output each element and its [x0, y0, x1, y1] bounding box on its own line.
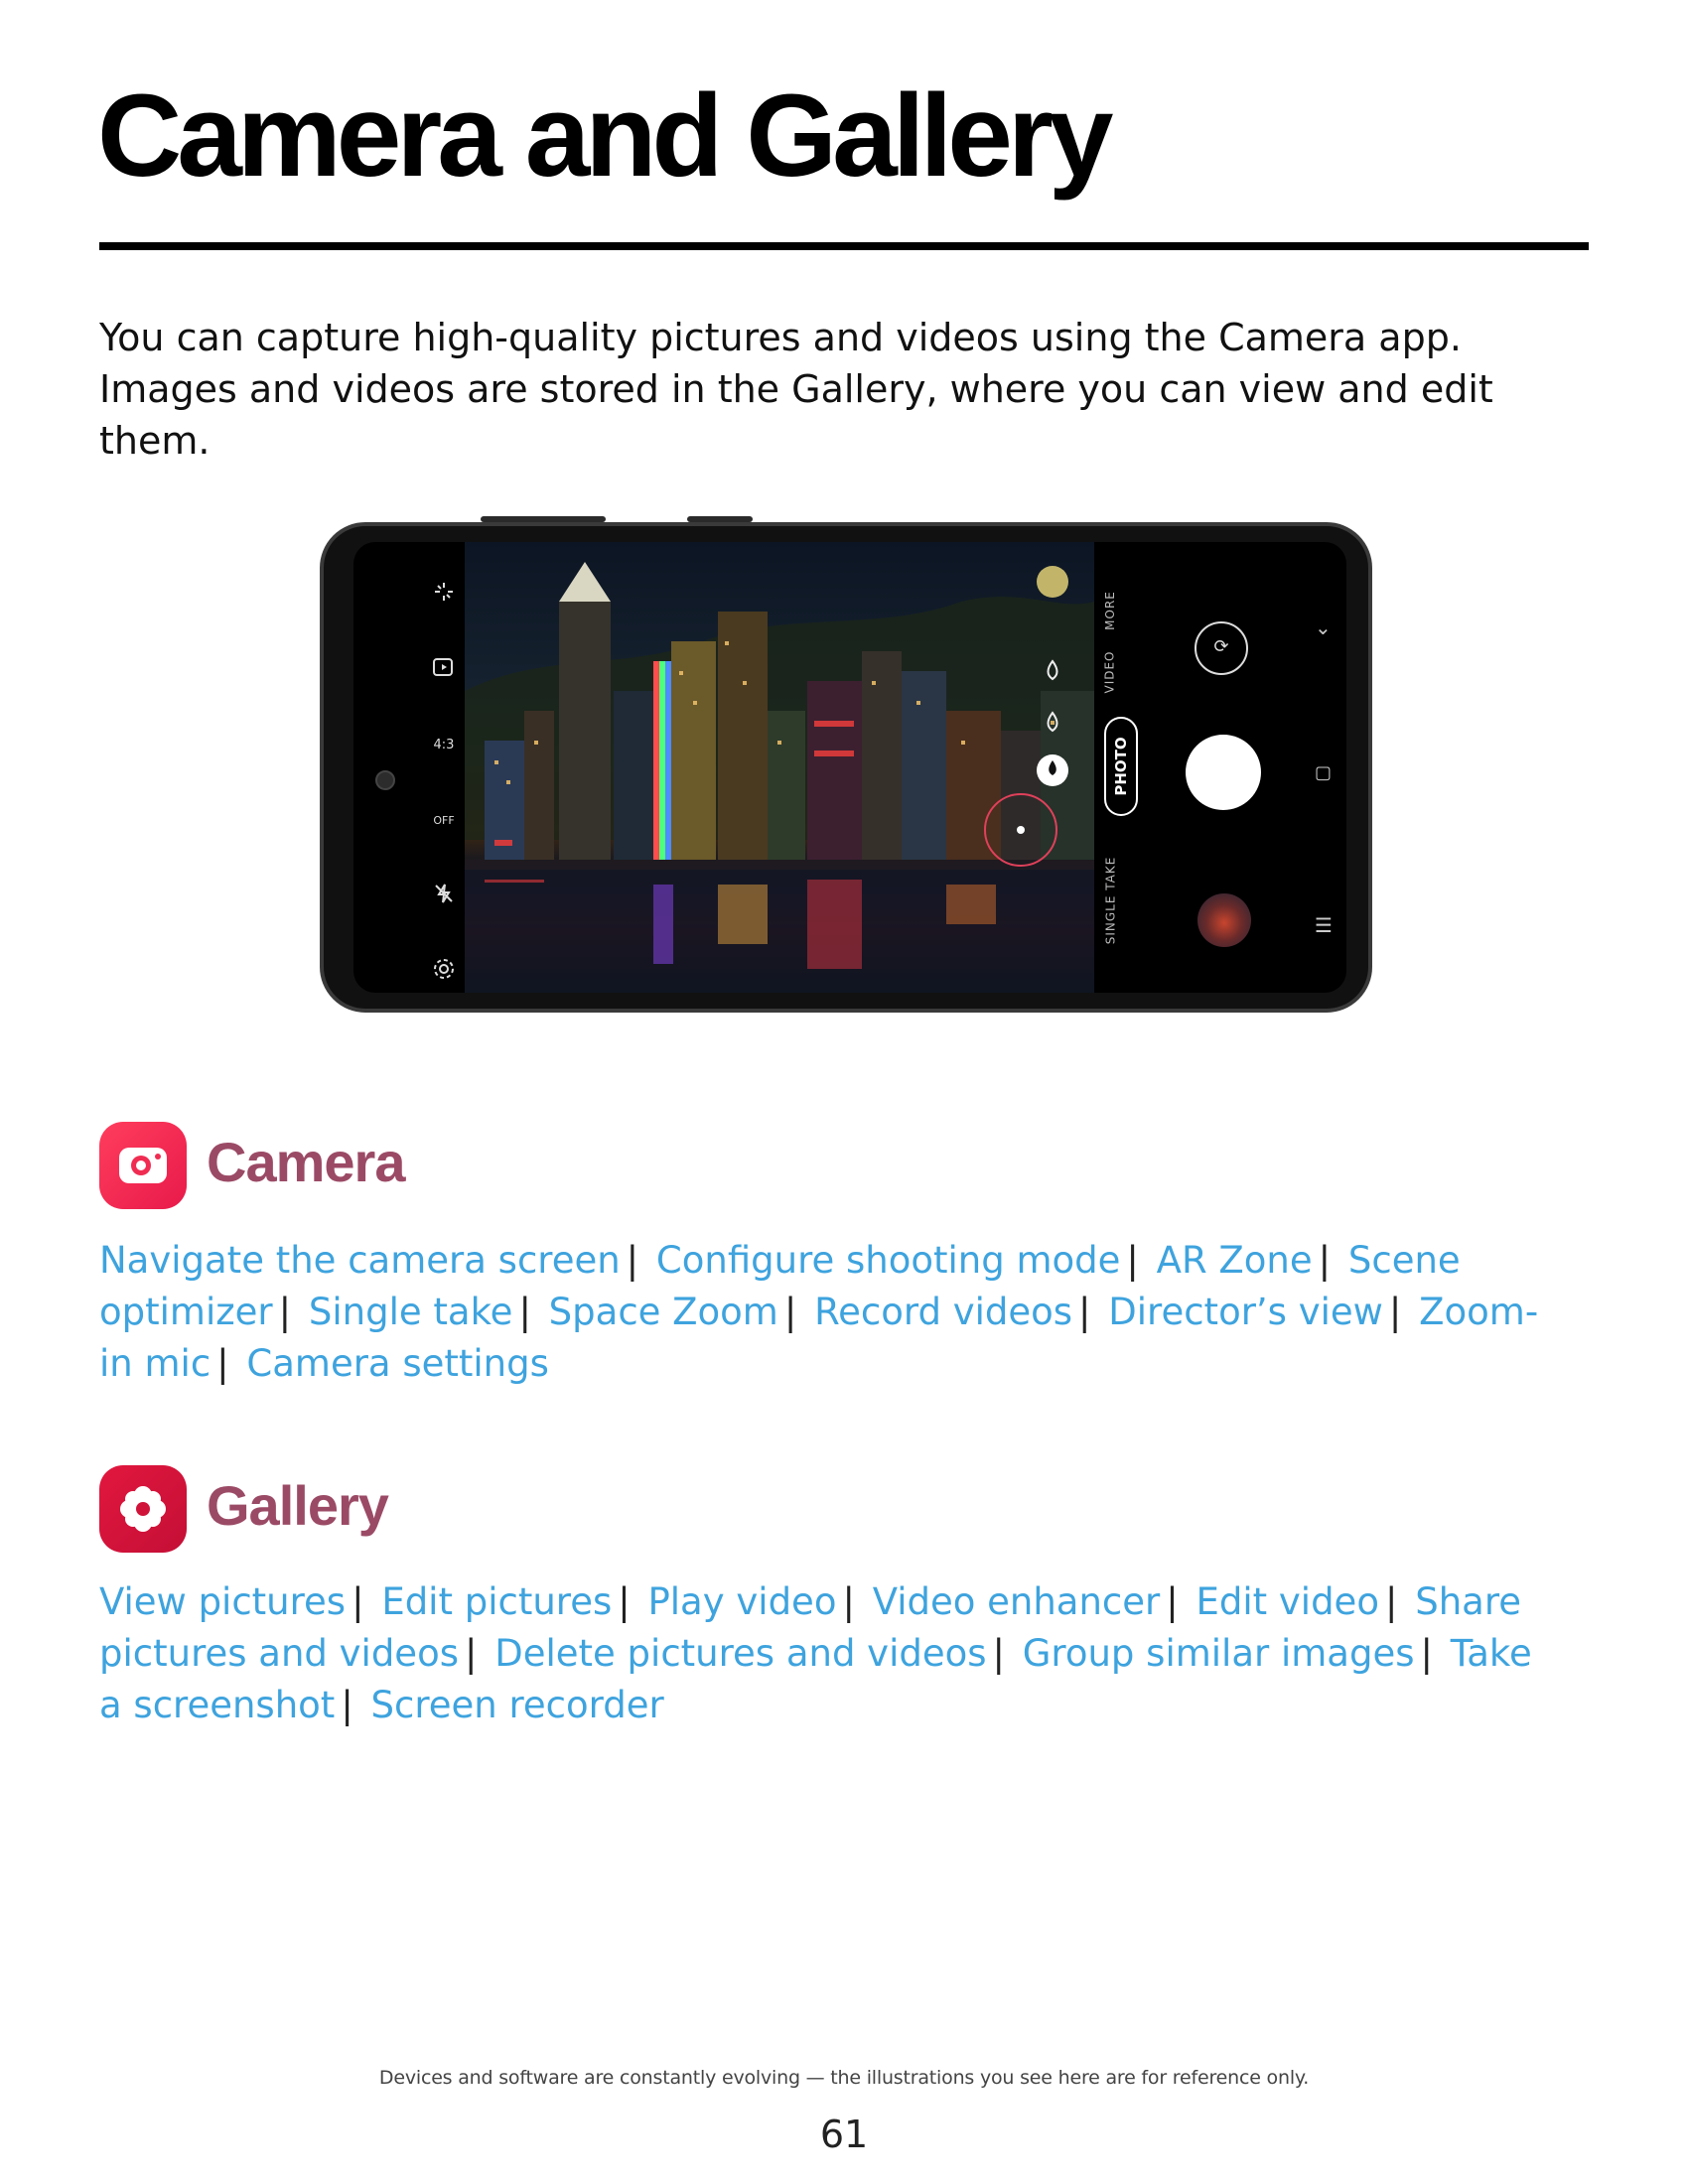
footer-disclaimer: Devices and software are constantly evol… — [378, 2067, 1310, 2089]
mode-more[interactable]: MORE — [1103, 591, 1117, 630]
aspect-ratio-icon[interactable]: 4:3 — [429, 731, 459, 760]
camera-viewfinder[interactable] — [465, 542, 1094, 993]
camera-app-icon — [99, 1122, 187, 1209]
chevron-down-icon[interactable]: ⌄ — [1315, 615, 1332, 639]
flash-off-icon[interactable] — [429, 882, 459, 911]
link-separator: | — [341, 1684, 353, 1726]
front-camera-hole — [375, 770, 395, 790]
link-separator: | — [1078, 1291, 1091, 1333]
mode-photo[interactable]: PHOTO — [1104, 717, 1138, 816]
page-title: Camera and Gallery — [97, 70, 1113, 202]
settings-icon[interactable] — [429, 957, 459, 987]
gallery-preview-thumbnail[interactable] — [1197, 893, 1251, 947]
topic-link[interactable]: Video enhancer — [873, 1580, 1161, 1623]
link-separator: | — [1420, 1632, 1433, 1675]
link-separator: | — [783, 1291, 797, 1333]
link-separator: | — [1318, 1239, 1332, 1282]
topic-link[interactable]: Screen recorder — [371, 1684, 664, 1726]
topic-link[interactable]: Space Zoom — [549, 1291, 778, 1333]
intro-paragraph: You can capture high-quality pictures an… — [99, 316, 1493, 463]
camera-links: Navigate the camera screen | Configure sh… — [99, 1235, 1549, 1390]
link-separator: | — [278, 1291, 292, 1333]
topic-link[interactable]: Edit pictures — [381, 1580, 612, 1623]
timer-off-icon[interactable]: OFF — [429, 806, 459, 836]
motion-photo-icon[interactable] — [429, 655, 459, 685]
page-number: 61 — [819, 2113, 869, 2156]
link-separator: | — [1126, 1239, 1139, 1282]
link-separator: | — [1388, 1291, 1402, 1333]
topic-link[interactable]: Configure shooting mode — [656, 1239, 1121, 1282]
link-separator: | — [518, 1291, 531, 1333]
camera-left-bar: 4:3 OFF — [353, 542, 465, 993]
link-separator: | — [1166, 1580, 1179, 1623]
gallery-heading: Gallery — [207, 1474, 389, 1537]
recent-apps-icon[interactable]: ☰ — [1315, 913, 1333, 937]
home-icon[interactable]: ▢ — [1315, 762, 1332, 783]
mode-photo-label: PHOTO — [1112, 737, 1130, 796]
title-divider — [99, 242, 1589, 250]
link-separator: | — [618, 1580, 631, 1623]
link-separator: | — [352, 1580, 364, 1623]
camera-right-bar: MORE VIDEO PHOTO SINGLE TAKE ⟳ ⌄ ▢ ☰ — [1094, 542, 1346, 993]
topic-link[interactable]: Camera settings — [246, 1342, 549, 1385]
mode-video[interactable]: VIDEO — [1103, 650, 1117, 693]
link-separator: | — [626, 1239, 639, 1282]
topic-link[interactable]: AR Zone — [1157, 1239, 1313, 1282]
link-separator: | — [1384, 1580, 1398, 1623]
topic-link[interactable]: Director’s view — [1108, 1291, 1383, 1333]
gallery-app-icon — [99, 1465, 187, 1553]
timer-label: OFF — [433, 814, 455, 827]
phone-illustration: 4:3 OFF MORE VIDEO PHOTO SINGLE TAKE ⟳ ⌄… — [320, 522, 1372, 1013]
camera-heading: Camera — [207, 1131, 405, 1193]
shutter-button[interactable] — [1186, 735, 1261, 810]
switch-camera-icon[interactable]: ⟳ — [1195, 621, 1248, 675]
topic-link[interactable]: View pictures — [99, 1580, 346, 1623]
link-separator: | — [464, 1632, 478, 1675]
topic-link[interactable]: Play video — [647, 1580, 836, 1623]
link-separator: | — [992, 1632, 1005, 1675]
link-separator: | — [842, 1580, 855, 1623]
topic-link[interactable]: Edit video — [1196, 1580, 1378, 1623]
link-separator: | — [216, 1342, 229, 1385]
topic-link[interactable]: Delete pictures and videos — [494, 1632, 986, 1675]
aspect-ratio-label: 4:3 — [433, 738, 455, 752]
topic-link[interactable]: Single take — [309, 1291, 513, 1333]
sparkle-icon[interactable] — [429, 580, 459, 610]
topic-link[interactable]: Navigate the camera screen — [99, 1239, 621, 1282]
mode-single-take[interactable]: SINGLE TAKE — [1103, 857, 1117, 945]
topic-link[interactable]: Record videos — [814, 1291, 1072, 1333]
topic-link[interactable]: Group similar images — [1023, 1632, 1415, 1675]
gallery-links: View pictures | Edit pictures | Play video… — [99, 1576, 1549, 1731]
